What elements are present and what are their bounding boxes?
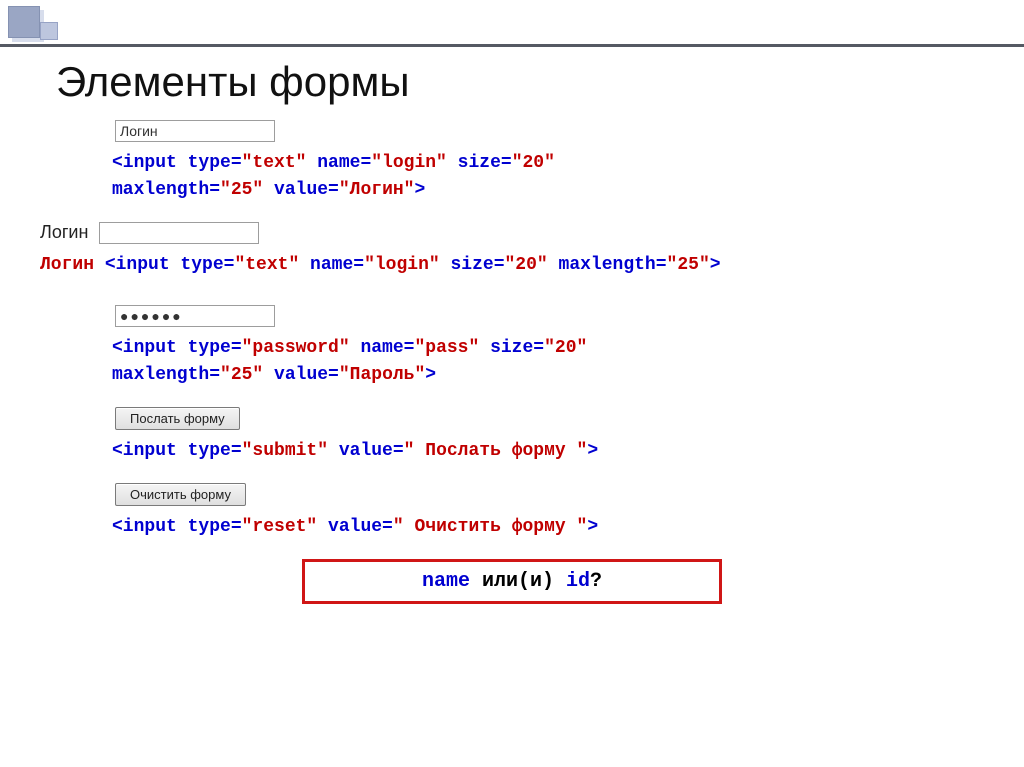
login-label: Логин <box>40 222 88 242</box>
code-input-reset: <input type="reset" value=" Очистить фор… <box>112 514 1004 541</box>
password-input-sample: ●●●●●● <box>115 305 275 327</box>
code-input-text-labeled: Логин <input type="text" name="login" si… <box>40 252 1004 279</box>
code-input-password: <input type="password" name="pass" size=… <box>112 335 1004 389</box>
code-input-text: <input type="text" name="login" size="20… <box>112 150 1004 204</box>
decoration-rule <box>0 44 1024 47</box>
submit-button-sample: Послать форму <box>115 407 240 430</box>
question-box: name или(и) id? <box>302 559 722 604</box>
login-input-empty <box>99 222 259 244</box>
decoration-square-small <box>40 22 58 40</box>
slide-title: Элементы формы <box>56 58 410 106</box>
code-input-submit: <input type="submit" value=" Послать фор… <box>112 438 1004 465</box>
login-input-sample: Логин <box>115 120 275 142</box>
reset-button-sample: Очистить форму <box>115 483 246 506</box>
decoration-square-large <box>8 6 40 38</box>
